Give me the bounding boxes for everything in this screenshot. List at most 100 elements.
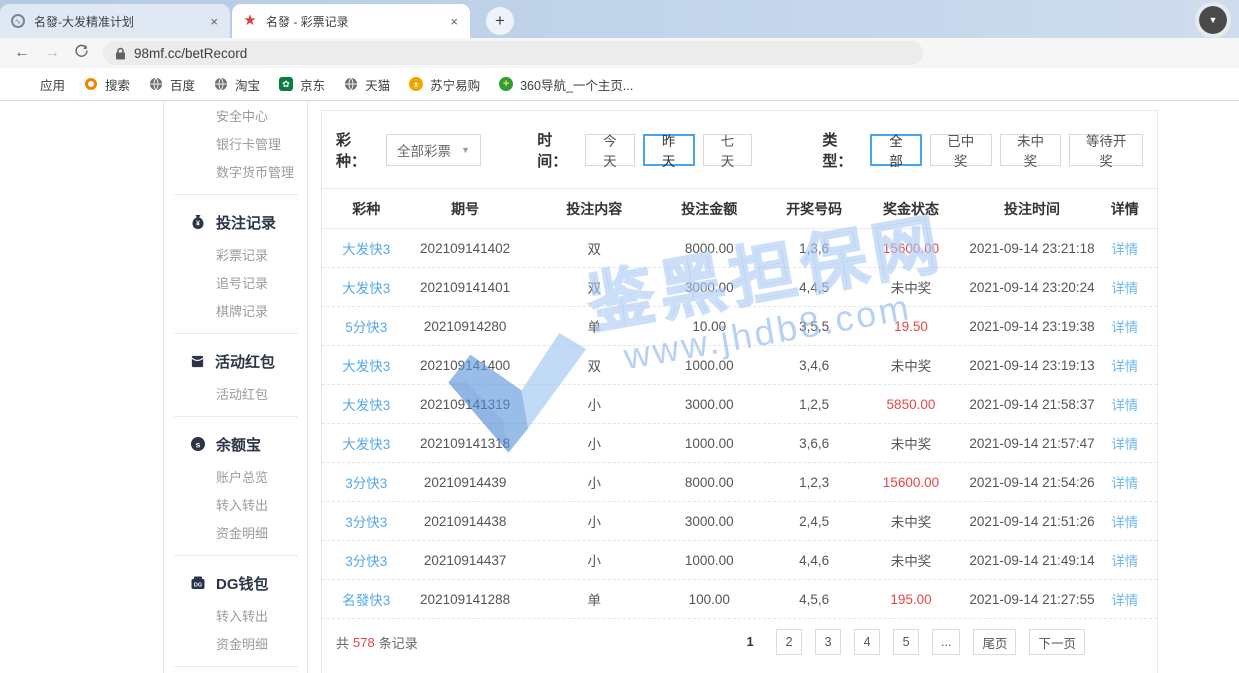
lottery-name-link[interactable]: 5分快3	[336, 316, 397, 336]
prize-status: 15600.00	[865, 241, 958, 256]
sidebar-item-fund-details-2[interactable]: 资金明细	[164, 631, 307, 659]
record-count-prefix: 共	[336, 633, 349, 652]
lottery-name-link[interactable]: 大发快3	[336, 277, 397, 297]
type-pending-button[interactable]: 等待开奖	[1069, 134, 1143, 166]
bet-time: 2021-09-14 21:49:14	[957, 553, 1106, 568]
sidebar-item-red-packet[interactable]: 活动红包	[164, 381, 307, 409]
lottery-type-dropdown[interactable]: 全部彩票 ▼	[386, 134, 482, 166]
bet-time: 2021-09-14 21:51:26	[957, 514, 1106, 529]
bookmark-jd[interactable]: ✿ 京东	[278, 75, 325, 94]
detail-link[interactable]: 详情	[1107, 511, 1143, 531]
tab-bet-record[interactable]: ★ 名發 - 彩票记录 ×	[232, 4, 470, 38]
record-count-suffix: 条记录	[379, 633, 418, 652]
svg-text:s: s	[196, 439, 201, 449]
bet-time: 2021-09-14 21:27:55	[957, 592, 1106, 607]
page-4-button[interactable]: 4	[854, 629, 880, 655]
detail-link[interactable]: 详情	[1107, 316, 1143, 336]
sidebar: 安全中心 银行卡管理 数字货币管理 ¥ 投注记录 彩票记录 追号记录 棋牌记录 …	[163, 101, 308, 673]
sidebar-section-label: DG钱包	[216, 573, 269, 594]
sidebar-section-yuebao[interactable]: s 余额宝	[164, 424, 307, 464]
issue-number: 202109141402	[397, 241, 534, 256]
forward-icon[interactable]: →	[44, 44, 60, 62]
new-tab-button[interactable]: +	[486, 7, 514, 35]
sidebar-section-dg-wallet[interactable]: DG DG钱包	[164, 563, 307, 603]
sidebar-item-account-overview[interactable]: 账户总览	[164, 464, 307, 492]
bet-time: 2021-09-14 23:21:18	[957, 241, 1106, 256]
detail-link[interactable]: 详情	[1107, 238, 1143, 258]
sidebar-item-bank-card[interactable]: 银行卡管理	[164, 131, 307, 159]
bookmark-360nav[interactable]: + 360导航_一个主页...	[498, 75, 633, 94]
sidebar-item-security-center[interactable]: 安全中心	[164, 103, 307, 131]
refresh-icon[interactable]	[74, 43, 89, 63]
detail-link[interactable]: 详情	[1107, 589, 1143, 609]
dg-wallet-icon: DG	[190, 575, 206, 591]
col-detail: 详情	[1107, 199, 1143, 219]
prize-status: 未中奖	[865, 355, 958, 375]
detail-link[interactable]: 详情	[1107, 394, 1143, 414]
sidebar-item-chase-records[interactable]: 追号记录	[164, 270, 307, 298]
next-page-button[interactable]: 下一页	[1029, 629, 1085, 655]
draw-numbers: 3,6,6	[764, 436, 865, 451]
last-page-button[interactable]: 尾页	[973, 629, 1016, 655]
globe-icon	[148, 76, 164, 92]
lottery-name-link[interactable]: 大发快3	[336, 394, 397, 414]
detail-link[interactable]: 详情	[1107, 433, 1143, 453]
time-today-button[interactable]: 今天	[585, 134, 635, 166]
lottery-name-link[interactable]: 大发快3	[336, 433, 397, 453]
address-bar[interactable]: 98mf.cc/betRecord	[103, 41, 923, 65]
lottery-name-link[interactable]: 3分快3	[336, 472, 397, 492]
dollar-circle-icon: s	[190, 436, 206, 452]
lottery-name-link[interactable]: 大发快3	[336, 238, 397, 258]
bookmark-baidu[interactable]: 百度	[148, 75, 195, 94]
table-row: 大发快3 202109141319 小 3000.00 1,2,5 5850.0…	[322, 385, 1157, 424]
bookmark-taobao[interactable]: 淘宝	[213, 75, 260, 94]
bet-amount: 3000.00	[655, 280, 764, 295]
lottery-name-link[interactable]: 3分快3	[336, 550, 397, 570]
bookmark-label: 搜索	[105, 75, 130, 94]
type-all-button[interactable]: 全部	[870, 134, 922, 166]
url-text[interactable]: 98mf.cc/betRecord	[134, 46, 247, 61]
bet-record-panel: 彩种： 全部彩票 ▼ 时间： 今天 昨天 七天 类型： 全部 已中奖 未中奖 等…	[321, 110, 1158, 673]
draw-numbers: 1,2,5	[764, 397, 865, 412]
bookmark-suning[interactable]: ᴥ 苏宁易购	[408, 75, 480, 94]
plan-favicon-icon: ∿	[10, 13, 26, 29]
sidebar-section-red-packet[interactable]: 活动红包	[164, 341, 307, 381]
sidebar-item-lottery-records[interactable]: 彩票记录	[164, 242, 307, 270]
sidebar-item-board-records[interactable]: 棋牌记录	[164, 298, 307, 326]
bookmark-apps[interactable]: 应用	[18, 75, 65, 94]
detail-link[interactable]: 详情	[1107, 472, 1143, 492]
bet-time: 2021-09-14 21:54:26	[957, 475, 1106, 490]
sidebar-item-digital-currency[interactable]: 数字货币管理	[164, 159, 307, 187]
bookmark-search[interactable]: 搜索	[83, 75, 130, 94]
type-won-button[interactable]: 已中奖	[930, 134, 992, 166]
bet-amount: 3000.00	[655, 397, 764, 412]
sidebar-item-transfer[interactable]: 转入转出	[164, 492, 307, 520]
lottery-name-link[interactable]: 大发快3	[336, 355, 397, 375]
detail-link[interactable]: 详情	[1107, 277, 1143, 297]
lock-icon	[115, 47, 126, 60]
sidebar-section-bet-records[interactable]: ¥ 投注记录	[164, 202, 307, 242]
tab-close-icon[interactable]: ×	[448, 14, 460, 29]
bet-content: 双	[534, 277, 655, 297]
tab-close-icon[interactable]: ×	[208, 14, 220, 29]
issue-number: 20210914280	[397, 319, 534, 334]
media-control-icon[interactable]: ▼	[1199, 6, 1227, 34]
sidebar-item-transfer-2[interactable]: 转入转出	[164, 603, 307, 631]
page-2-button[interactable]: 2	[776, 629, 802, 655]
bookmark-tmall[interactable]: 天猫	[343, 75, 390, 94]
detail-link[interactable]: 详情	[1107, 355, 1143, 375]
detail-link[interactable]: 详情	[1107, 550, 1143, 570]
page-ellipsis-button[interactable]: ...	[932, 629, 960, 655]
type-lost-button[interactable]: 未中奖	[1000, 134, 1062, 166]
lottery-name-link[interactable]: 3分快3	[336, 511, 397, 531]
sidebar-item-fund-details[interactable]: 资金明细	[164, 520, 307, 548]
jd-icon: ✿	[278, 76, 294, 92]
page-5-button[interactable]: 5	[893, 629, 919, 655]
back-icon[interactable]: ←	[14, 44, 30, 62]
type-filter-label: 类型：	[822, 129, 862, 171]
lottery-name-link[interactable]: 名發快3	[336, 589, 397, 609]
time-yesterday-button[interactable]: 昨天	[643, 134, 695, 166]
page-3-button[interactable]: 3	[815, 629, 841, 655]
time-seven-days-button[interactable]: 七天	[703, 134, 753, 166]
tab-plan[interactable]: ∿ 名發-大发精准计划 ×	[0, 4, 230, 38]
